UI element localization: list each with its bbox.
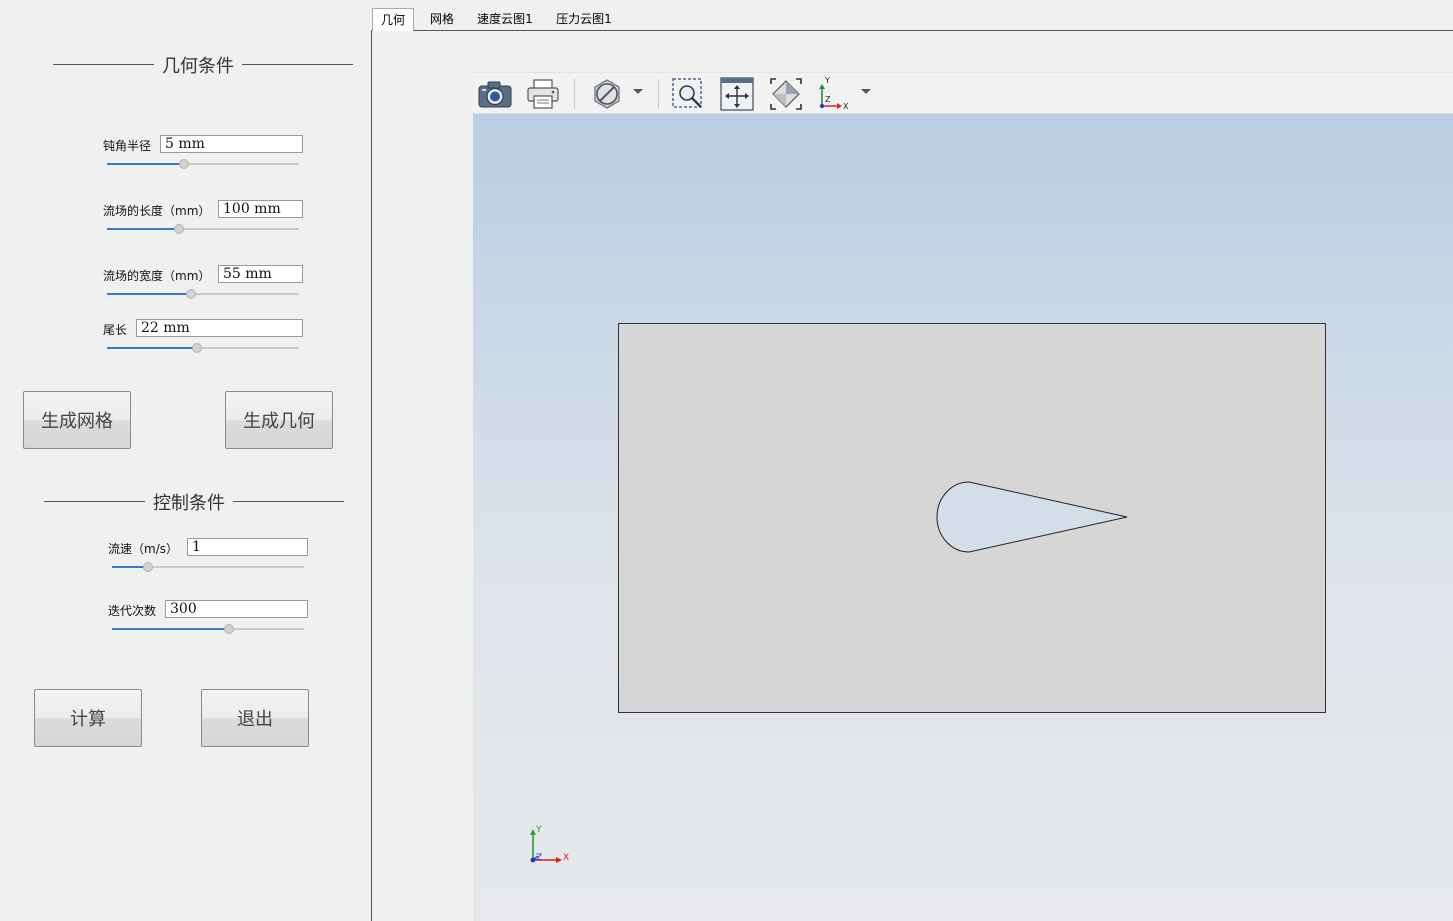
axes-triad: Y Z X — [530, 825, 569, 863]
tab-pressure-contour[interactable]: 压力云图1 — [550, 8, 618, 30]
tab-mesh[interactable]: 网格 — [421, 8, 463, 30]
iterations-label: 迭代次数 — [108, 604, 157, 618]
generate-geometry-button[interactable]: 生成几何 — [225, 391, 333, 449]
compute-button[interactable]: 计算 — [34, 689, 142, 747]
axis-z-label: Z — [536, 853, 542, 863]
flow-domain — [618, 323, 1326, 713]
field-length-slider[interactable] — [107, 223, 299, 235]
tab-bar: 几何 网格 速度云图1 压力云图1 — [371, 8, 1453, 31]
slider-fill — [107, 293, 192, 295]
fit-view-icon[interactable] — [719, 76, 755, 112]
print-icon[interactable] — [525, 76, 561, 112]
slider-fill — [107, 228, 179, 230]
blunt-body-shape — [936, 481, 1128, 553]
slider-thumb[interactable] — [186, 289, 197, 299]
slider-thumb[interactable] — [224, 624, 235, 634]
slider-thumb[interactable] — [143, 562, 154, 572]
panel-divider — [371, 30, 372, 921]
blunt-radius-label: 钝角半径 — [103, 139, 152, 153]
svg-text:X: X — [843, 102, 849, 111]
slider-fill — [107, 347, 198, 349]
axis-x-label: X — [563, 853, 569, 863]
field-width-slider[interactable] — [107, 288, 299, 300]
toolbar-separator — [574, 79, 575, 109]
viewer-toolbar: Y Z X — [473, 72, 1453, 114]
blunt-radius-slider[interactable] — [107, 158, 299, 170]
generate-mesh-button[interactable]: 生成网格 — [23, 391, 131, 449]
axes-view-icon[interactable]: Y Z X — [816, 76, 852, 112]
tail-length-label: 尾长 — [103, 323, 128, 337]
blunt-radius-input[interactable]: 5 mm — [160, 135, 303, 153]
toolbar-separator — [658, 79, 659, 109]
control-panel: 几何条件 钝角半径 5 mm 流场的长度（mm） 100 mm 流场的宽度（mm… — [0, 0, 371, 921]
display-mode-icon[interactable] — [589, 76, 625, 112]
3d-viewport[interactable]: Y Z X — [473, 114, 1453, 921]
tail-length-input[interactable]: 22 mm — [136, 319, 303, 337]
reset-view-icon[interactable] — [768, 76, 804, 112]
display-mode-dropdown-icon[interactable] — [633, 89, 643, 94]
flow-speed-label: 流速（m/s） — [108, 542, 178, 556]
iterations-slider[interactable] — [112, 623, 304, 635]
field-width-label: 流场的宽度（mm） — [103, 269, 211, 283]
zoom-box-icon[interactable] — [670, 76, 706, 112]
tail-length-slider[interactable] — [107, 342, 299, 354]
slider-fill — [112, 628, 230, 630]
axes-view-dropdown-icon[interactable] — [861, 89, 871, 94]
slider-thumb[interactable] — [192, 343, 203, 353]
field-width-input[interactable]: 55 mm — [218, 265, 303, 283]
camera-icon[interactable] — [477, 76, 513, 112]
axis-y-label: Y — [535, 825, 542, 835]
slider-thumb[interactable] — [178, 159, 189, 169]
tab-geometry[interactable]: 几何 — [372, 8, 414, 31]
flow-speed-input[interactable]: 1 — [187, 538, 308, 556]
flow-speed-slider[interactable] — [112, 561, 304, 573]
geometry-section-title: 几何条件 — [154, 52, 242, 78]
slider-thumb[interactable] — [174, 224, 184, 234]
slider-fill — [107, 163, 184, 165]
field-length-input[interactable]: 100 mm — [218, 200, 303, 218]
exit-button[interactable]: 退出 — [201, 689, 309, 747]
field-length-label: 流场的长度（mm） — [103, 204, 211, 218]
control-section-title: 控制条件 — [145, 489, 233, 515]
iterations-input[interactable]: 300 — [165, 600, 308, 618]
svg-text:Y: Y — [824, 76, 830, 85]
svg-text:Z: Z — [825, 95, 831, 104]
tab-velocity-contour[interactable]: 速度云图1 — [471, 8, 539, 30]
